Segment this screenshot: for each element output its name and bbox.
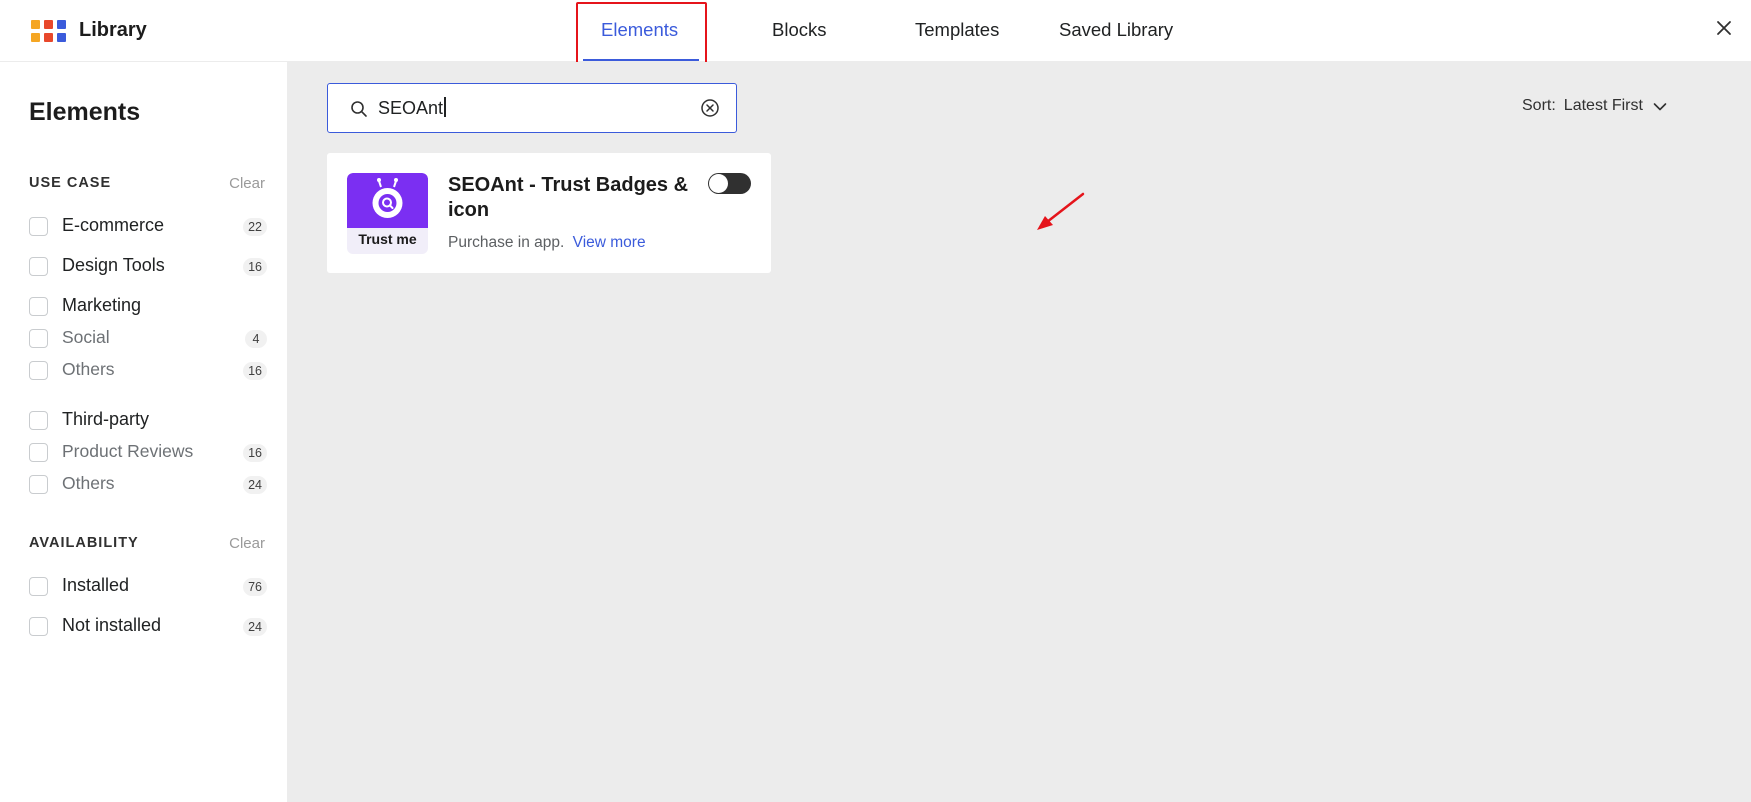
app-title: Library [79,19,147,41]
sort-value: Latest First [1563,97,1643,114]
filter-label: Social [62,327,110,347]
filter-label: Marketing [62,295,142,315]
filter-label: Others [62,473,115,493]
filter-label: Third-party [62,409,150,429]
view-more-link[interactable]: View more [573,234,646,251]
element-title: SEOAnt - Trust Badges & icon [448,174,689,221]
filter-label: Installed [62,575,130,595]
tab-elements[interactable]: Elements [601,19,678,41]
app-thumbnail: Trust me [347,173,428,254]
filter-social: Social 4 [29,327,267,351]
annotation-arrow-icon [1037,192,1085,230]
count-badge: 24 [243,476,267,494]
checkbox[interactable] [29,329,48,348]
checkbox[interactable] [29,577,48,596]
checkbox[interactable] [29,411,48,430]
app-thumbnail-banner [347,173,428,228]
filter-label: Not installed [62,615,162,635]
filter-third-party-others: Others 24 [29,473,267,497]
checkbox[interactable] [29,217,48,236]
count-badge: 24 [243,618,267,636]
tab-blocks[interactable]: Blocks [772,19,827,41]
filter-label: Design Tools [62,255,165,275]
filter-installed: Installed 76 [29,575,267,599]
filter-third-party: Third-party [29,409,267,433]
close-button[interactable] [1714,18,1734,38]
results-area: SEOAnt Sort: Latest First Trust me SEOAn… [287,62,1751,802]
count-badge: 22 [243,218,267,236]
active-tab-underline [583,59,699,61]
search-value: SEOAnt [378,97,446,119]
use-case-clear-link[interactable]: Clear [229,175,265,192]
search-input[interactable]: SEOAnt [327,83,737,133]
library-logo-icon [31,20,66,42]
filter-label: Others [62,359,115,379]
filter-product-reviews: Product Reviews 16 [29,441,267,465]
availability-heading: AVAILABILITY [29,535,139,551]
close-icon [1717,21,1731,35]
count-badge: 4 [245,330,267,348]
filter-sidebar: Elements USE CASE Clear E-commerce 22 De… [0,62,287,802]
availability-clear-link[interactable]: Clear [229,535,265,552]
use-case-heading: USE CASE [29,175,112,191]
filter-label: E-commerce [62,215,165,235]
checkbox[interactable] [29,297,48,316]
checkbox[interactable] [29,443,48,462]
count-badge: 16 [243,444,267,462]
clear-circle-icon[interactable] [700,98,720,118]
tab-saved-library[interactable]: Saved Library [1059,19,1173,41]
tab-templates[interactable]: Templates [915,19,999,41]
filter-marketing-others: Others 16 [29,359,267,383]
thumbnail-caption: Trust me [358,231,417,247]
checkbox[interactable] [29,257,48,276]
count-badge: 16 [243,258,267,276]
header-bar: Library Elements Blocks Templates Saved … [0,0,1751,64]
checkbox[interactable] [29,361,48,380]
checkbox[interactable] [29,475,48,494]
search-icon [351,101,367,117]
seoant-logo-icon [372,178,403,218]
toggle-knob [709,174,728,193]
checkbox[interactable] [29,617,48,636]
chevron-down-icon [1653,103,1667,111]
install-toggle[interactable] [708,173,751,194]
count-badge: 16 [243,362,267,380]
sidebar-title: Elements [29,98,141,126]
sort-dropdown[interactable]: Sort: Latest First [1522,97,1667,115]
filter-marketing: Marketing [29,295,267,319]
filter-not-installed: Not installed 24 [29,615,267,639]
count-badge: 76 [243,578,267,596]
element-card[interactable]: Trust me SEOAnt - Trust Badges & icon Pu… [327,153,771,273]
element-description: Purchase in app. View more [448,234,646,251]
filter-label: Product Reviews [62,441,194,461]
filter-ecommerce: E-commerce 22 [29,215,267,239]
filter-design-tools: Design Tools 16 [29,255,267,279]
sort-label: Sort: [1522,97,1556,114]
